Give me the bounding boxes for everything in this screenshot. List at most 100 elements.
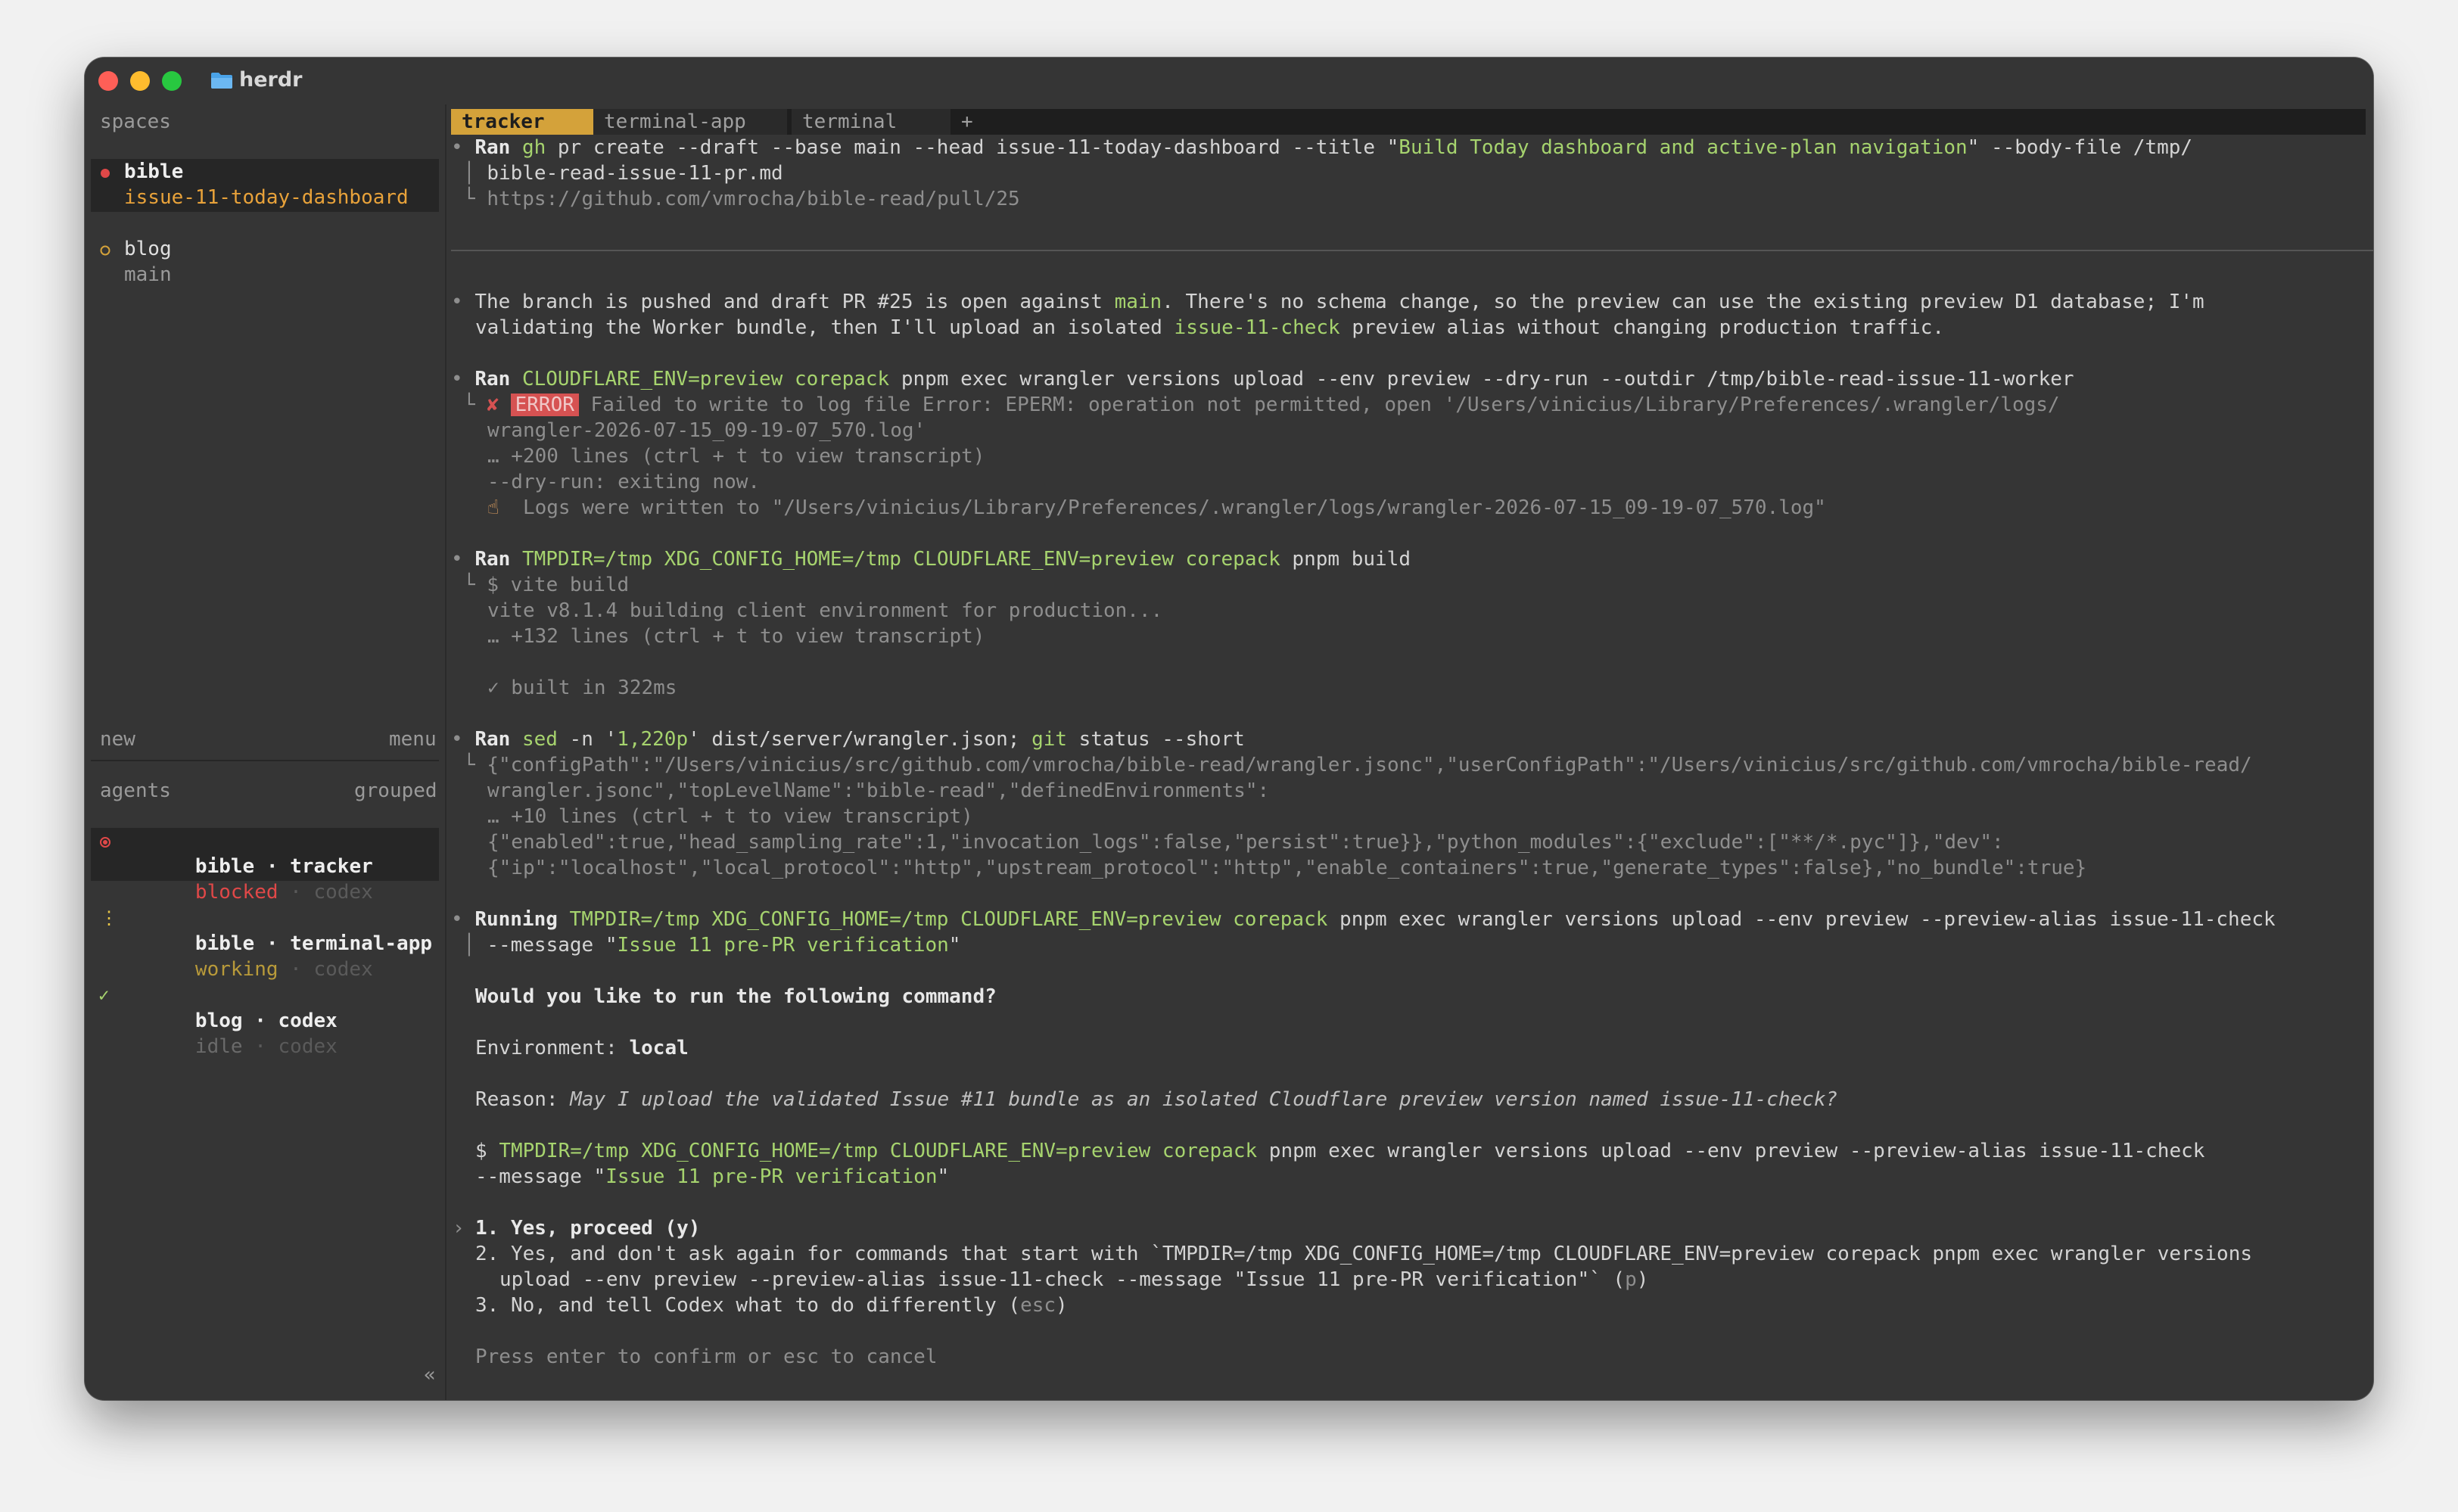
output-line: Logs were written to "/Users/vinicius/Li… [522,496,1826,519]
note-text: The branch is pushed and draft PR #25 is… [474,291,1115,313]
command-prefix: $ [475,1140,499,1162]
selection-cursor-icon: › [453,1217,465,1240]
output-line: {"enabled":true,"head_sampling_rate":1,"… [487,831,2004,854]
collapse-sidebar-button[interactable]: « [424,1362,436,1388]
status-ring-icon [100,245,110,256]
more-lines-hint: … +132 lines (ctrl + t to view transcrip… [487,625,985,648]
app-window: herdr spaces bible issue-11-today-dashbo… [85,58,2373,1400]
option-shortcut: p [1625,1268,1637,1291]
ran-label: Ran [474,548,511,571]
command-text: status --short [1067,728,1245,751]
command-env: CLOUDFLARE_ENV=preview [889,1140,1151,1162]
hand-icon: ☝ [487,496,499,519]
note-text: . There's no schema change, so the previ… [1162,291,2204,313]
sidebar: spaces bible issue-11-today-dashboard bl… [85,104,445,1400]
environment-value: local [629,1037,689,1059]
option-yes-dont-ask-again-cont[interactable]: upload --env preview --preview-alias iss… [499,1267,1648,1293]
command-tool: corepack [794,368,890,390]
agent-state: working [194,958,278,981]
command-text: " [948,934,961,957]
command-env: CLOUDFLARE_ENV=preview [913,548,1174,571]
output-line: ✓ built in 322ms [487,677,677,699]
command-arg: Issue 11 pre-PR verification [605,1165,938,1188]
command-env: TMPDIR=/tmp [499,1140,630,1162]
agents-header: agents [100,779,171,802]
command-tool: gh [521,136,546,159]
space-branch: issue-11-today-dashboard [124,186,409,209]
command-text: " [937,1165,950,1188]
command-text: pnpm build [1280,548,1411,571]
folder-icon [211,73,232,89]
command-text: -n ' [557,728,618,751]
window-title: herdr [239,68,303,92]
blocked-icon [100,837,110,848]
command-arg: Issue 11 pre-PR verification [617,934,949,957]
grouped-toggle[interactable]: grouped [354,778,437,804]
command-text: pr create --draft --base main --head iss… [546,136,1399,159]
error-text: Failed to write to log file Error: EPERM… [578,394,2060,416]
sidebar-divider [91,760,439,761]
command-env: TMPDIR=/tmp [521,548,653,571]
output-line: {"ip":"localhost","local_protocol":"http… [487,857,2087,879]
command-arg: Build Today dashboard and active-plan na… [1399,136,1968,159]
command-tool: corepack [1233,908,1328,931]
spinner-icon: ⋮ [100,907,118,929]
spaces-header: spaces [100,110,171,133]
command-env: XDG_CONFIG_HOME=/tmp [711,908,949,931]
command-env: TMPDIR=/tmp [569,908,700,931]
running-label: Running [474,908,558,931]
agent-state: blocked [194,881,278,904]
command-text: ' dist/server/wrangler.json; [688,728,1032,751]
agent-tool: codex [278,1035,338,1058]
error-text-cont: wrangler-2026-07-15_09-19-07_570.log' [487,419,926,442]
reason-label: Reason: [475,1088,571,1111]
option-text: 3. No, and tell Codex what to do differe… [475,1294,1021,1317]
more-lines-hint: … +200 lines (ctrl + t to view transcrip… [487,445,985,468]
title-bar: herdr [85,58,2373,104]
tab-tracker[interactable]: tracker [451,109,595,135]
close-window-button[interactable] [98,71,118,91]
status-dot-icon [101,169,110,178]
check-icon: ✓ [98,985,110,1006]
option-yes-dont-ask-again[interactable]: 2. Yes, and don't ask again for commands… [475,1241,2252,1267]
tab-terminal[interactable]: terminal [792,109,951,135]
transcript-divider [451,250,2373,251]
environment-label: Environment: [475,1037,630,1059]
pr-url-link[interactable]: https://github.com/vmrocha/bible-read/pu… [487,188,1019,210]
ran-label: Ran [474,728,511,751]
command-text: pnpm exec wrangler versions upload --env… [1257,1140,2205,1162]
note-code: issue-11-check [1174,316,1340,339]
option-text: ) [1056,1294,1068,1317]
menu-button[interactable]: menu [389,726,437,752]
command-tool: corepack [1162,1140,1258,1162]
option-shortcut: esc [1020,1294,1056,1317]
new-tab-button[interactable]: + [961,109,973,135]
space-name: blog [124,238,172,260]
command-env: XDG_CONFIG_HOME=/tmp [664,548,901,571]
space-branch: main [124,263,172,286]
command-tool: sed [521,728,558,751]
reason-text: May I upload the validated Issue #11 bun… [570,1088,1838,1111]
option-no-tell-codex[interactable]: 3. No, and tell Codex what to do differe… [475,1293,1068,1318]
command-continuation: bible-read-issue-11-pr.md [487,162,783,185]
command-text: pnpm exec wrangler versions upload --env… [1327,908,2276,931]
prompt-question: Would you like to run the following comm… [475,985,997,1008]
command-env: XDG_CONFIG_HOME=/tmp [641,1140,879,1162]
command-env: CLOUDFLARE_ENV=preview [521,368,783,390]
note-text: preview alias without changing productio… [1339,316,1945,339]
agent-tool: codex [313,958,373,981]
option-yes-proceed[interactable]: 1. Yes, proceed (y) [475,1215,700,1241]
minimize-window-button[interactable] [130,71,150,91]
zoom-window-button[interactable] [162,71,182,91]
tab-terminal-app[interactable]: terminal-app [593,109,787,135]
command-env: CLOUDFLARE_ENV=preview [960,908,1221,931]
more-lines-hint: … +10 lines (ctrl + t to view transcript… [487,805,973,828]
space-name: bible [124,160,184,183]
sidebar-border [445,104,446,1400]
new-space-button[interactable]: new [100,726,135,752]
option-text: ) [1636,1268,1649,1291]
ran-label: Ran [474,136,511,159]
error-badge: ERROR [510,394,579,416]
command-text: --message " [487,934,618,957]
output-line: {"configPath":"/Users/vinicius/src/githu… [487,754,2252,776]
